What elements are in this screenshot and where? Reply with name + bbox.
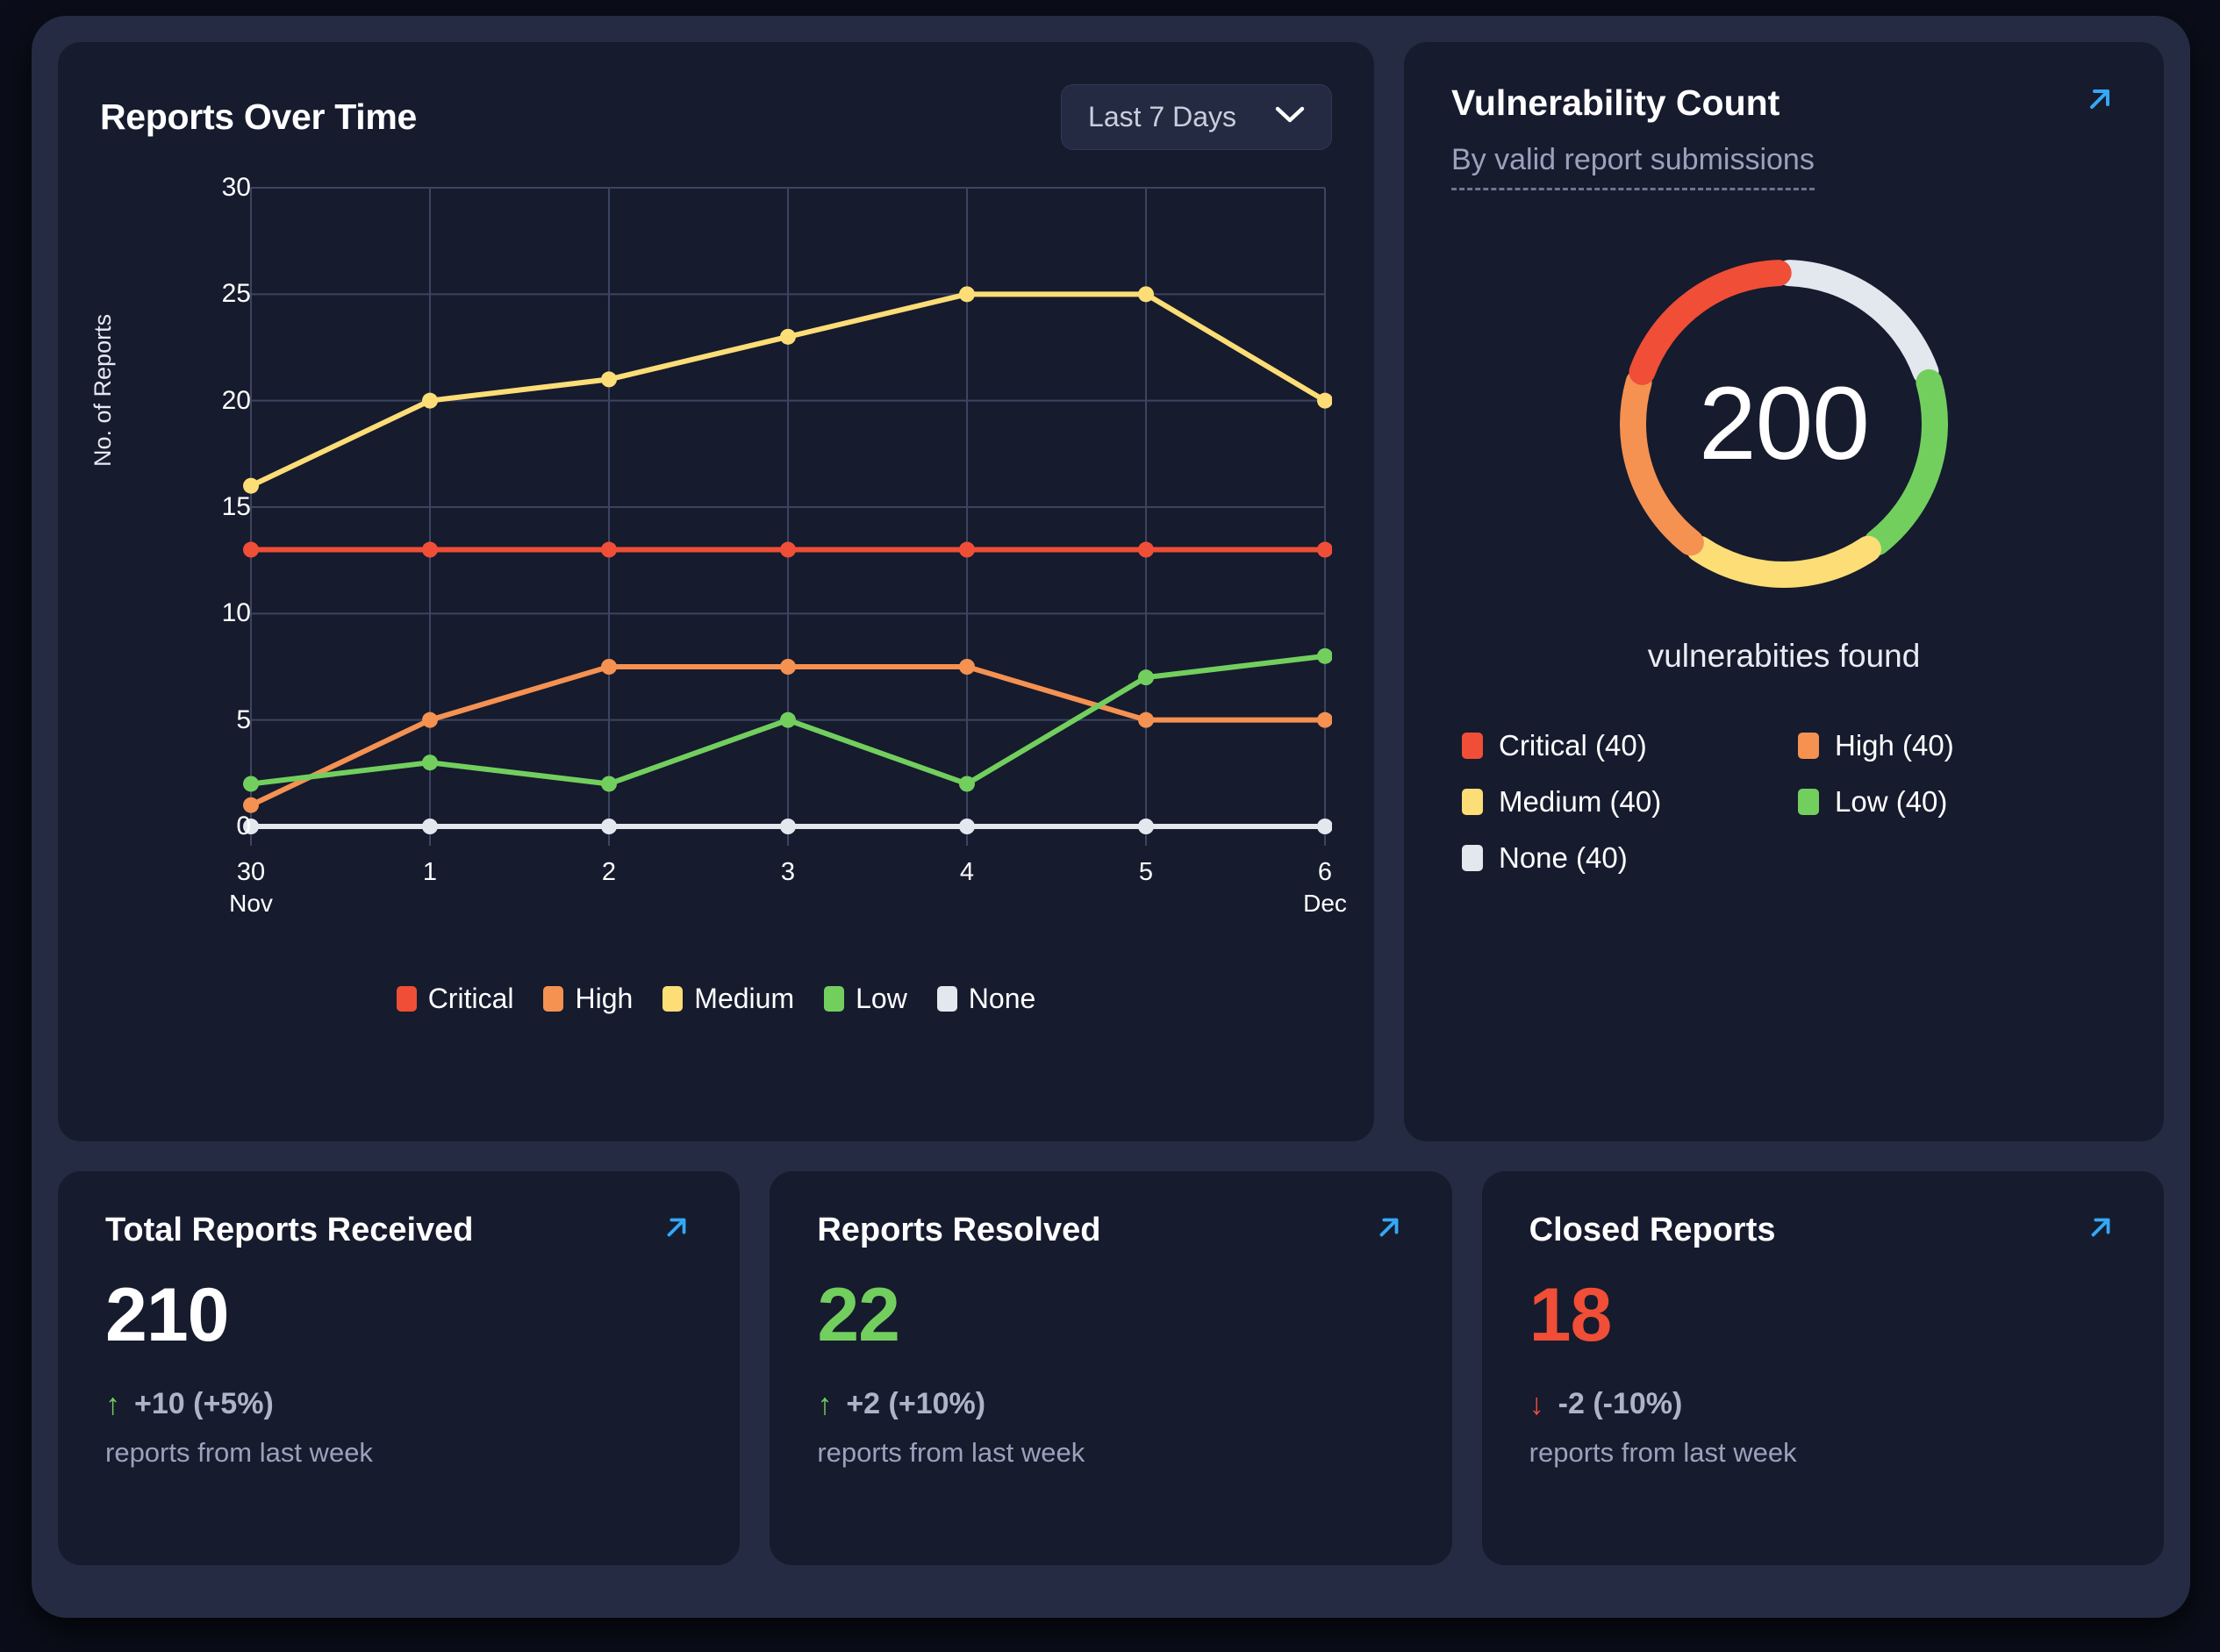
legend-swatch-icon xyxy=(936,986,957,1012)
arrow-up-right-icon[interactable] xyxy=(661,1212,692,1248)
reports-over-time-card: Reports Over Time Last 7 Days No. of Rep… xyxy=(58,42,1374,1141)
stat-card-header: Reports Resolved xyxy=(817,1212,1404,1249)
stat-card: Total Reports Received 210 ↑ +10 (+5%) repor… xyxy=(58,1171,741,1565)
donut-chart-wrap: 200 xyxy=(1451,240,2116,608)
x-tick-label: 30 Nov xyxy=(229,858,273,918)
stat-card-delta-text: +2 (+10%) xyxy=(846,1387,986,1420)
vulnerability-header: Vulnerability Count By valid report subm… xyxy=(1451,82,2116,190)
legend-label: Medium (40) xyxy=(1499,785,1662,818)
legend-label: None (40) xyxy=(1499,841,1628,874)
legend-label: Low (40) xyxy=(1835,785,1948,818)
legend-label: High (40) xyxy=(1835,729,1954,762)
line-chart: No. of Reports 0 5 10 15 20 25 30 30 Nov 1 2 3 4 5 6 D… xyxy=(90,173,1347,967)
y-tick-label: 0 xyxy=(236,812,251,840)
y-tick-label: 15 xyxy=(221,492,251,521)
stat-card-value: 210 xyxy=(105,1273,230,1357)
chevron-down-icon xyxy=(1275,106,1305,128)
legend-label: None xyxy=(968,983,1036,1014)
stat-card-delta: ↑ +2 (+10%) xyxy=(817,1387,1404,1421)
arrow-up-right-icon[interactable] xyxy=(2085,1212,2116,1248)
vulnerability-legend-item[interactable]: Critical (40) xyxy=(1462,729,1780,762)
chart-legend-item[interactable]: None xyxy=(936,983,1036,1015)
legend-swatch-icon xyxy=(396,986,417,1012)
chart-legend-item[interactable]: High xyxy=(543,983,633,1015)
y-tick-label: 25 xyxy=(221,279,251,309)
legend-swatch-icon xyxy=(1462,733,1483,759)
arrow-down-icon: ↓ xyxy=(1529,1387,1544,1421)
chart-legend-item[interactable]: Low xyxy=(824,983,907,1015)
x-tick-label: 5 xyxy=(1138,858,1154,886)
stat-card: Reports Resolved 22 ↑ +2 (+10%) reports from… xyxy=(770,1171,1452,1565)
donut-chart: 200 xyxy=(1600,240,1968,608)
vulnerabilities-found-label: vulnerabities found xyxy=(1647,638,1921,674)
x-tick-label: 2 xyxy=(601,858,617,886)
legend-label: Critical xyxy=(427,983,514,1014)
vulnerability-legend: Critical (40) High (40) Medium (40) Low (40… xyxy=(1451,729,2116,875)
y-tick-label: 10 xyxy=(221,598,251,628)
legend-swatch-icon xyxy=(1798,789,1819,815)
dashboard-frame: Reports Over Time Last 7 Days No. of Rep… xyxy=(32,16,2190,1618)
arrow-up-right-icon[interactable] xyxy=(1373,1212,1405,1248)
y-axis-label: No. of Reports xyxy=(90,313,116,467)
stat-card-delta: ↓ -2 (-10%) xyxy=(1529,1387,2116,1421)
stat-card-header: Closed Reports xyxy=(1529,1212,2116,1249)
arrow-up-icon: ↑ xyxy=(105,1387,120,1421)
stat-card-title: Total Reports Received xyxy=(105,1212,474,1248)
stat-card-subtext: reports from last week xyxy=(817,1437,1085,1468)
vulnerability-subtitle: By valid report submissions xyxy=(1451,143,1815,190)
vulnerability-legend-item[interactable]: Medium (40) xyxy=(1462,785,1780,819)
legend-label: Medium xyxy=(694,983,795,1014)
chart-header: Reports Over Time Last 7 Days xyxy=(100,79,1332,154)
legend-swatch-icon xyxy=(543,986,564,1012)
legend-label: High xyxy=(575,983,634,1014)
stat-card-subtext: reports from last week xyxy=(105,1437,373,1468)
vulnerability-legend-item[interactable]: High (40) xyxy=(1798,729,2116,762)
page-title: Reports Over Time xyxy=(100,96,417,137)
legend-swatch-icon xyxy=(662,986,684,1012)
vulnerability-legend-item[interactable]: None (40) xyxy=(1462,841,1780,875)
x-tick-label: 4 xyxy=(959,858,975,886)
stat-card-header: Total Reports Received xyxy=(105,1212,692,1249)
date-range-select[interactable]: Last 7 Days xyxy=(1061,83,1332,150)
top-row: Reports Over Time Last 7 Days No. of Rep… xyxy=(58,42,2164,1141)
x-tick-label: 1 xyxy=(422,858,438,886)
chart-legend: Critical High Medium Low None xyxy=(100,983,1332,1015)
vulnerability-title: Vulnerability Count xyxy=(1451,82,1780,123)
stat-card-value: 22 xyxy=(817,1273,900,1357)
legend-label: Critical (40) xyxy=(1499,729,1647,762)
x-tick-label: 3 xyxy=(780,858,796,886)
stat-card-title: Reports Resolved xyxy=(817,1212,1101,1248)
x-tick-label: 6 Dec xyxy=(1303,858,1347,918)
stat-card-delta: ↑ +10 (+5%) xyxy=(105,1387,692,1421)
chart-legend-item[interactable]: Medium xyxy=(662,983,794,1015)
legend-swatch-icon xyxy=(1798,733,1819,759)
y-axis-ticks: 0 5 10 15 20 25 30 xyxy=(154,173,251,840)
arrow-up-right-icon[interactable] xyxy=(2083,82,2116,120)
date-range-label: Last 7 Days xyxy=(1088,100,1236,132)
legend-swatch-icon xyxy=(824,986,845,1012)
arrow-up-icon: ↑ xyxy=(817,1387,833,1421)
legend-label: Low xyxy=(856,983,907,1014)
stat-card-subtext: reports from last week xyxy=(1529,1437,1797,1468)
stat-card-title: Closed Reports xyxy=(1529,1212,1776,1248)
stat-card-delta-text: -2 (-10%) xyxy=(1558,1387,1683,1420)
y-tick-label: 20 xyxy=(221,385,251,415)
vulnerability-count-card: Vulnerability Count By valid report subm… xyxy=(1404,42,2164,1141)
stat-card: Closed Reports 18 ↓ -2 (-10%) reports from l… xyxy=(1481,1171,2164,1565)
chart-plot-area xyxy=(243,187,1333,846)
stat-card-value: 18 xyxy=(1529,1273,1613,1357)
y-tick-label: 5 xyxy=(236,704,251,734)
vulnerability-legend-item[interactable]: Low (40) xyxy=(1798,785,2116,819)
y-tick-label: 30 xyxy=(221,173,251,202)
stat-card-delta-text: +10 (+5%) xyxy=(134,1387,274,1420)
legend-swatch-icon xyxy=(1462,789,1483,815)
donut-total: 200 xyxy=(1699,366,1870,482)
chart-legend-item[interactable]: Critical xyxy=(396,983,514,1015)
legend-swatch-icon xyxy=(1462,845,1483,871)
stat-cards-row: Total Reports Received 210 ↑ +10 (+5%) repor… xyxy=(58,1171,2164,1565)
